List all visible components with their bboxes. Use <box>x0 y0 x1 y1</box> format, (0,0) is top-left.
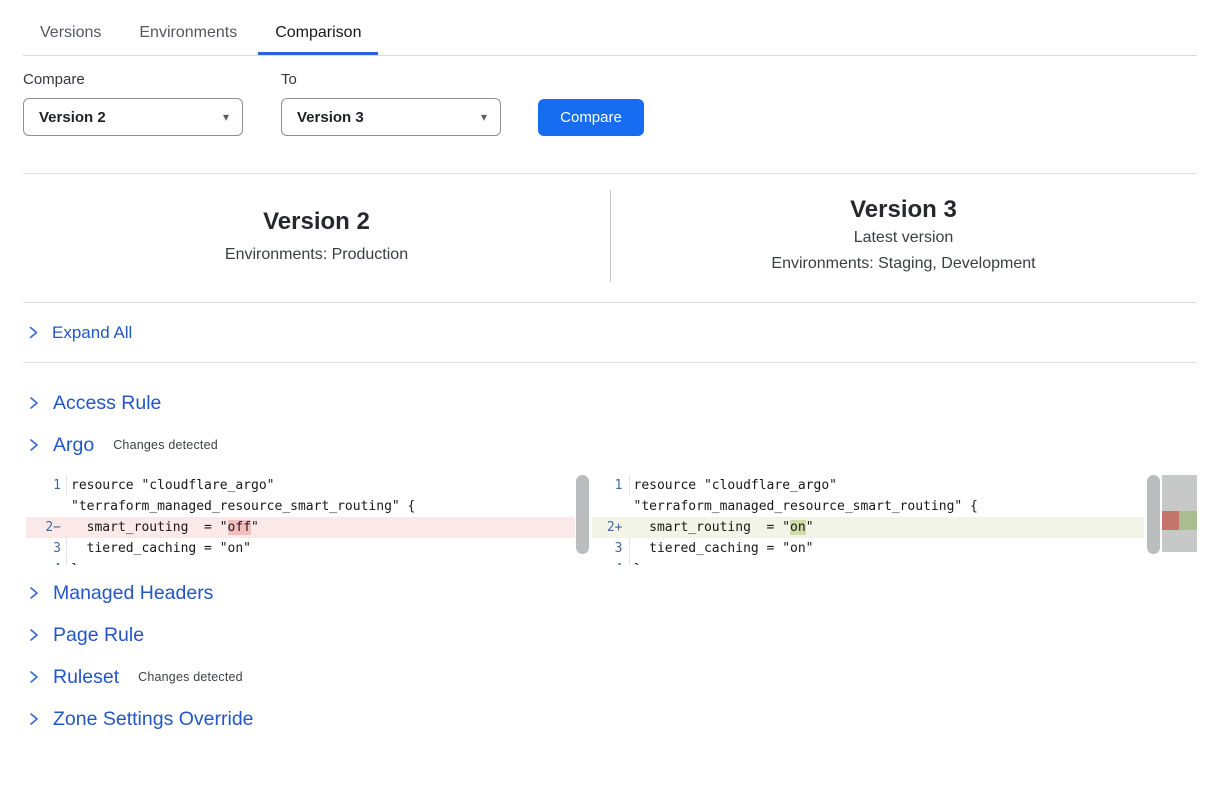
compare-to-value: Version 3 <box>297 109 364 126</box>
section-managed-headers[interactable]: Managed Headers <box>23 580 1197 606</box>
argo-diff-viewer: 1resource "cloudflare_argo" "terraform_m… <box>26 475 1197 565</box>
right-version-environments: Environments: Staging, Development <box>771 251 1035 277</box>
diff-line: 4} <box>592 559 1145 565</box>
diff-line: 4} <box>26 559 575 565</box>
right-version-title: Version 3 <box>850 195 957 225</box>
diff-overview-map[interactable] <box>1162 475 1197 552</box>
section-label: Page Rule <box>53 624 144 647</box>
diff-line-added: 2+ smart_routing = "on" <box>592 517 1145 538</box>
section-label: Access Rule <box>53 392 161 415</box>
diff-line: 3 tiered_caching = "on" <box>592 538 1145 559</box>
chevron-down-icon: ▾ <box>481 110 487 124</box>
chevron-right-icon <box>28 325 39 340</box>
tab-comparison[interactable]: Comparison <box>258 15 378 55</box>
diff-line: 1resource "cloudflare_argo" <box>592 475 1145 496</box>
diff-left-scrollbar[interactable] <box>575 475 590 565</box>
chevron-right-icon <box>28 395 40 411</box>
version-comparison-header: Version 2 Environments: Production Versi… <box>23 173 1197 303</box>
section-page-rule[interactable]: Page Rule <box>23 622 1197 648</box>
chevron-right-icon <box>28 585 40 601</box>
diff-left-pane: 1resource "cloudflare_argo" "terraform_m… <box>26 475 575 565</box>
chevron-right-icon <box>28 627 40 643</box>
tab-versions[interactable]: Versions <box>23 15 118 55</box>
diff-line: 3 tiered_caching = "on" <box>26 538 575 559</box>
compare-label: Compare <box>23 71 243 88</box>
diff-right-scrollbar[interactable] <box>1147 475 1160 565</box>
compare-form: Compare Version 2 ▾ To Version 3 ▾ Compa… <box>23 71 1197 136</box>
compare-from-value: Version 2 <box>39 109 106 126</box>
chevron-right-icon <box>28 669 40 685</box>
tab-bar: Versions Environments Comparison <box>23 0 1197 56</box>
right-version-header: Version 3 Latest version Environments: S… <box>610 174 1197 302</box>
section-label: Argo <box>53 434 94 457</box>
map-removed-block <box>1162 511 1179 530</box>
chevron-right-icon <box>28 711 40 727</box>
section-label: Managed Headers <box>53 582 213 605</box>
compare-from-field: Compare Version 2 ▾ <box>23 71 243 136</box>
chevron-right-icon <box>28 437 40 453</box>
left-version-header: Version 2 Environments: Production <box>23 174 610 302</box>
resource-sections: Access Rule Argo Changes detected 1resou… <box>23 363 1197 732</box>
expand-all-label: Expand All <box>52 323 132 343</box>
diff-line: 1resource "cloudflare_argo" <box>26 475 575 496</box>
comparison-page: Versions Environments Comparison Compare… <box>0 0 1224 732</box>
chevron-down-icon: ▾ <box>223 110 229 124</box>
compare-to-select[interactable]: Version 3 ▾ <box>281 98 501 136</box>
added-word-highlight: on <box>790 520 806 535</box>
compare-button[interactable]: Compare <box>538 99 644 136</box>
left-version-environments: Environments: Production <box>225 242 408 268</box>
expand-all-button[interactable]: Expand All <box>23 303 1197 363</box>
removed-word-highlight: off <box>228 520 251 535</box>
changes-detected-badge: Changes detected <box>113 438 218 452</box>
to-label: To <box>281 71 501 88</box>
column-divider <box>610 190 611 282</box>
diff-map-change-marker <box>1162 511 1197 530</box>
section-ruleset[interactable]: Ruleset Changes detected <box>23 664 1197 690</box>
compare-from-select[interactable]: Version 2 ▾ <box>23 98 243 136</box>
tab-environments[interactable]: Environments <box>122 15 254 55</box>
changes-detected-badge: Changes detected <box>138 670 243 684</box>
section-zone-settings-override[interactable]: Zone Settings Override <box>23 706 1197 732</box>
right-version-subtitle: Latest version <box>854 225 954 251</box>
diff-right-pane: 1resource "cloudflare_argo" "terraform_m… <box>592 475 1145 565</box>
section-label: Zone Settings Override <box>53 708 254 731</box>
diff-line-removed: 2− smart_routing = "off" <box>26 517 575 538</box>
section-label: Ruleset <box>53 666 119 689</box>
diff-line-wrap: "terraform_managed_resource_smart_routin… <box>592 496 1145 517</box>
scrollbar-thumb[interactable] <box>1147 475 1160 554</box>
compare-to-field: To Version 3 ▾ <box>281 71 501 136</box>
map-added-block <box>1179 511 1197 530</box>
section-access-rule[interactable]: Access Rule <box>23 390 1197 416</box>
scrollbar-thumb[interactable] <box>576 475 589 554</box>
section-argo[interactable]: Argo Changes detected <box>23 432 1197 458</box>
left-version-title: Version 2 <box>263 207 370 237</box>
diff-line-wrap: "terraform_managed_resource_smart_routin… <box>26 496 575 517</box>
